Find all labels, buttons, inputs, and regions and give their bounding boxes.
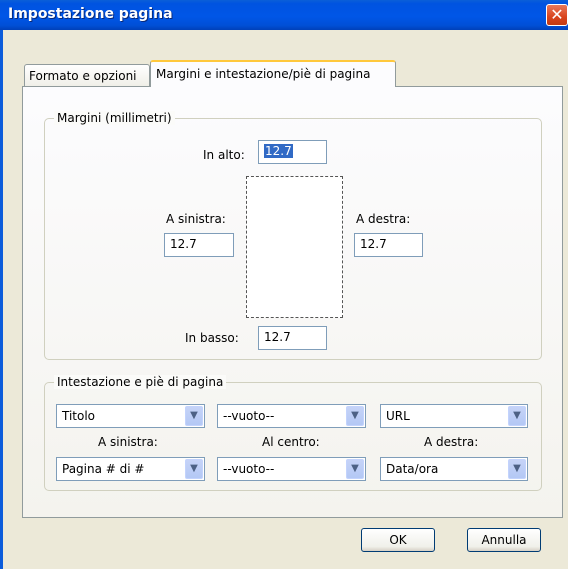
margin-top-input[interactable]: 12.7 xyxy=(258,140,327,164)
header-left-value: Titolo xyxy=(62,409,96,423)
chevron-down-icon[interactable]: ▼ xyxy=(508,406,526,426)
header-right-value: URL xyxy=(386,409,410,423)
tab-margins-header-footer[interactable]: Margini e intestazione/piè di pagina xyxy=(150,60,396,87)
position-right-label: A destra: xyxy=(424,435,479,449)
header-center-select[interactable]: --vuoto-- ▼ xyxy=(217,404,366,428)
footer-center-value: --vuoto-- xyxy=(223,462,275,476)
window-border xyxy=(0,30,3,569)
footer-center-select[interactable]: --vuoto-- ▼ xyxy=(217,457,366,481)
margin-right-label: A destra: xyxy=(356,212,411,226)
margin-left-label: A sinistra: xyxy=(166,212,226,226)
chevron-down-icon[interactable]: ▼ xyxy=(346,459,364,479)
close-icon: ✕ xyxy=(550,5,564,24)
chevron-down-icon[interactable]: ▼ xyxy=(508,459,526,479)
header-left-select[interactable]: Titolo ▼ xyxy=(56,404,205,428)
margin-right-input[interactable]: 12.7 xyxy=(354,233,423,257)
tab-label: Margini e intestazione/piè di pagina xyxy=(156,67,371,81)
position-center-label: Al centro: xyxy=(262,435,320,449)
footer-right-select[interactable]: Data/ora ▼ xyxy=(380,457,528,481)
page-preview xyxy=(246,176,343,318)
footer-left-value: Pagina # di # xyxy=(62,462,145,476)
margin-top-label: In alto: xyxy=(203,148,245,162)
header-footer-legend: Intestazione e piè di pagina xyxy=(54,375,227,389)
header-right-select[interactable]: URL ▼ xyxy=(380,404,528,428)
margin-left-input[interactable]: 12.7 xyxy=(164,233,234,257)
footer-left-select[interactable]: Pagina # di # ▼ xyxy=(56,457,205,481)
chevron-down-icon[interactable]: ▼ xyxy=(346,406,364,426)
cancel-button[interactable]: Annulla xyxy=(467,528,541,552)
title-bar[interactable]: Impostazione pagina ✕ xyxy=(0,0,568,30)
tab-label: Formato e opzioni xyxy=(29,69,137,83)
margins-legend: Margini (millimetri) xyxy=(54,111,175,125)
window-title: Impostazione pagina xyxy=(8,6,173,22)
margin-right-value: 12.7 xyxy=(360,237,387,251)
margin-bottom-value: 12.7 xyxy=(264,330,291,344)
footer-right-value: Data/ora xyxy=(386,462,439,476)
ok-button[interactable]: OK xyxy=(361,528,435,552)
chevron-down-icon[interactable]: ▼ xyxy=(185,406,203,426)
tab-format-options[interactable]: Formato e opzioni xyxy=(24,64,150,86)
position-left-label: A sinistra: xyxy=(98,435,158,449)
header-center-value: --vuoto-- xyxy=(223,409,275,423)
chevron-down-icon[interactable]: ▼ xyxy=(185,459,203,479)
close-button[interactable]: ✕ xyxy=(546,4,568,26)
margin-left-value: 12.7 xyxy=(170,237,197,251)
margin-bottom-input[interactable]: 12.7 xyxy=(258,326,327,350)
margin-top-value: 12.7 xyxy=(264,144,293,158)
margin-bottom-label: In basso: xyxy=(185,331,239,345)
